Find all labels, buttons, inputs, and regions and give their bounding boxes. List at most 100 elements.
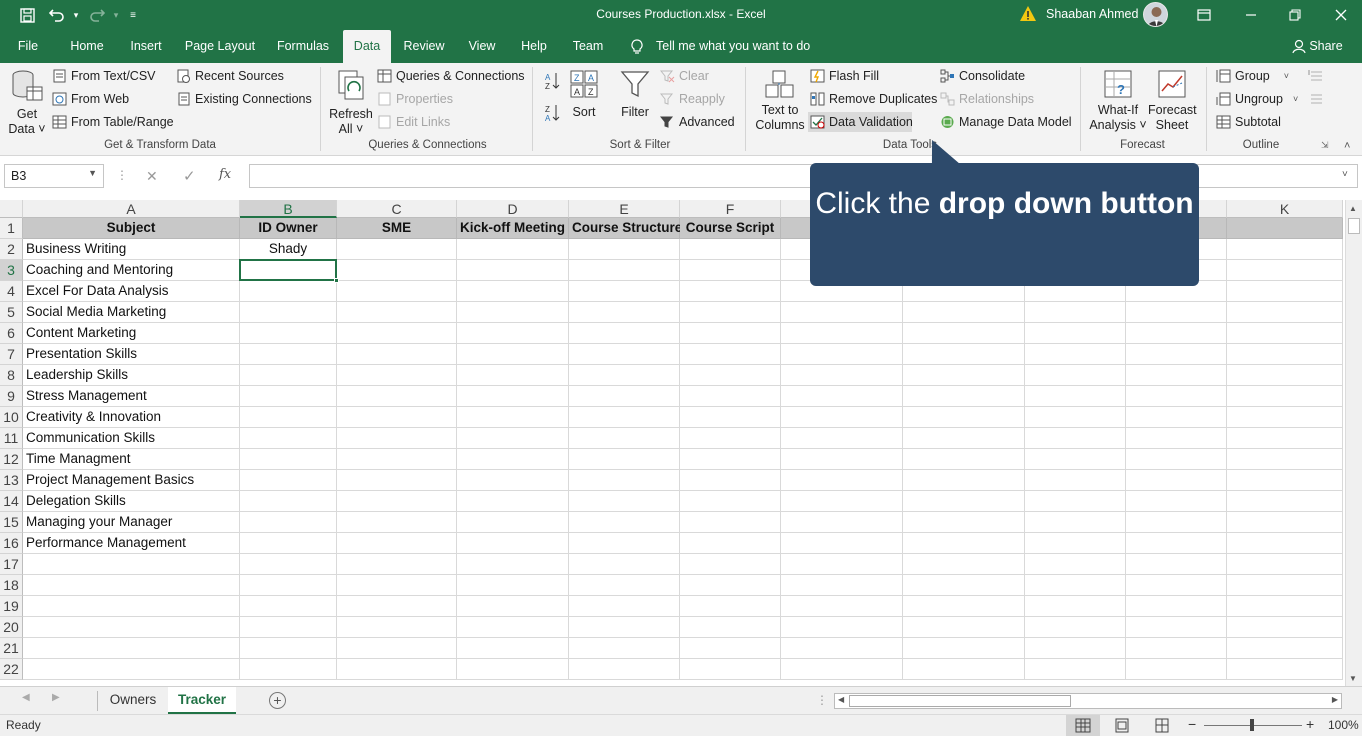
cell-j8[interactable] — [1126, 365, 1227, 386]
cell-j19[interactable] — [1126, 596, 1227, 617]
cell-d9[interactable] — [457, 386, 569, 407]
cell-h16[interactable] — [903, 533, 1025, 554]
zoom-in-icon[interactable]: + — [1306, 716, 1314, 732]
cell-e12[interactable] — [569, 449, 680, 470]
cell-d8[interactable] — [457, 365, 569, 386]
redo-icon[interactable] — [86, 0, 108, 30]
cell-g17[interactable] — [781, 554, 903, 575]
cell-e8[interactable] — [569, 365, 680, 386]
row-header-13[interactable]: 13 — [0, 470, 23, 491]
cell-g7[interactable] — [781, 344, 903, 365]
tab-data[interactable]: Data — [343, 30, 391, 63]
cell-f14[interactable] — [680, 491, 781, 512]
data-validation-button[interactable]: Data Validation — [808, 112, 913, 132]
ribbon-display-options-icon[interactable] — [1193, 0, 1215, 30]
next-sheet-icon[interactable]: ▶ — [52, 692, 60, 703]
cell-h7[interactable] — [903, 344, 1025, 365]
cell-c7[interactable] — [337, 344, 457, 365]
cell-d12[interactable] — [457, 449, 569, 470]
scroll-down-icon[interactable]: ▼ — [1349, 674, 1357, 683]
tell-me-search[interactable]: Tell me what you want to do — [656, 30, 816, 63]
cell-b8[interactable] — [240, 365, 337, 386]
from-text-csv-button[interactable]: From Text/CSV — [52, 66, 156, 86]
cell-c8[interactable] — [337, 365, 457, 386]
cell-j20[interactable] — [1126, 617, 1227, 638]
cell-h21[interactable] — [903, 638, 1025, 659]
page-break-view-button[interactable] — [1154, 718, 1170, 736]
subtotal-button[interactable]: Subtotal — [1216, 112, 1281, 132]
cell-f17[interactable] — [680, 554, 781, 575]
cell-j16[interactable] — [1126, 533, 1227, 554]
cell-f9[interactable] — [680, 386, 781, 407]
cell-k14[interactable] — [1227, 491, 1343, 512]
cell-i22[interactable] — [1025, 659, 1126, 680]
cell-b12[interactable] — [240, 449, 337, 470]
horizontal-scrollbar[interactable]: ◀ ▶ — [834, 693, 1342, 709]
cell-j7[interactable] — [1126, 344, 1227, 365]
cell-f3[interactable] — [680, 260, 781, 281]
cell-i13[interactable] — [1025, 470, 1126, 491]
sort-az-button[interactable]: AZ — [541, 71, 563, 95]
tab-file[interactable]: File — [8, 30, 48, 63]
hide-detail-button[interactable] — [1308, 89, 1327, 109]
cell-e20[interactable] — [569, 617, 680, 638]
sheet-tab-tracker[interactable]: Tracker — [168, 687, 236, 714]
cell-d20[interactable] — [457, 617, 569, 638]
cell-k5[interactable] — [1227, 302, 1343, 323]
cell-d16[interactable] — [457, 533, 569, 554]
close-icon[interactable] — [1330, 0, 1352, 30]
cell-d10[interactable] — [457, 407, 569, 428]
horizontal-scroll-thumb[interactable] — [849, 695, 1071, 707]
cell-k22[interactable] — [1227, 659, 1343, 680]
cell-b11[interactable] — [240, 428, 337, 449]
cell-a17[interactable] — [23, 554, 240, 575]
cell-k8[interactable] — [1227, 365, 1343, 386]
cell-b6[interactable] — [240, 323, 337, 344]
cell-a5[interactable]: Social Media Marketing — [23, 302, 240, 323]
row-header-17[interactable]: 17 — [0, 554, 23, 575]
cell-c3[interactable] — [337, 260, 457, 281]
customize-toolbar-icon[interactable]: ≡ — [126, 0, 140, 30]
cell-a21[interactable] — [23, 638, 240, 659]
cell-i15[interactable] — [1025, 512, 1126, 533]
row-header-14[interactable]: 14 — [0, 491, 23, 512]
cell-j6[interactable] — [1126, 323, 1227, 344]
insert-function-button[interactable]: fx — [219, 167, 231, 182]
cell-h15[interactable] — [903, 512, 1025, 533]
user-name[interactable]: Shaaban Ahmed — [1046, 7, 1138, 21]
cell-d3[interactable] — [457, 260, 569, 281]
row-header-11[interactable]: 11 — [0, 428, 23, 449]
row-header-6[interactable]: 6 — [0, 323, 23, 344]
cell-b22[interactable] — [240, 659, 337, 680]
cell-h11[interactable] — [903, 428, 1025, 449]
cell-k19[interactable] — [1227, 596, 1343, 617]
cell-h8[interactable] — [903, 365, 1025, 386]
cell-g21[interactable] — [781, 638, 903, 659]
cell-c20[interactable] — [337, 617, 457, 638]
cell-f2[interactable] — [680, 239, 781, 260]
cell-k21[interactable] — [1227, 638, 1343, 659]
column-header-b[interactable]: B — [240, 200, 337, 218]
sheet-tab-owners[interactable]: Owners — [100, 687, 166, 714]
cell-h17[interactable] — [903, 554, 1025, 575]
cell-c11[interactable] — [337, 428, 457, 449]
cell-k4[interactable] — [1227, 281, 1343, 302]
cell-d13[interactable] — [457, 470, 569, 491]
cell-c19[interactable] — [337, 596, 457, 617]
cell-k20[interactable] — [1227, 617, 1343, 638]
cell-d22[interactable] — [457, 659, 569, 680]
row-header-22[interactable]: 22 — [0, 659, 23, 680]
manage-data-model-button[interactable]: Manage Data Model — [940, 112, 1072, 132]
undo-icon[interactable] — [46, 0, 68, 30]
cell-j11[interactable] — [1126, 428, 1227, 449]
tab-help[interactable]: Help — [514, 30, 554, 63]
zoom-out-icon[interactable]: − — [1188, 716, 1196, 732]
remove-duplicates-button[interactable]: Remove Duplicates — [810, 89, 937, 109]
cell-f21[interactable] — [680, 638, 781, 659]
cell-b5[interactable] — [240, 302, 337, 323]
cell-h9[interactable] — [903, 386, 1025, 407]
refresh-all-button[interactable]: Refresh All ˅ — [328, 69, 374, 137]
scroll-right-icon[interactable]: ▶ — [1332, 695, 1338, 704]
row-header-10[interactable]: 10 — [0, 407, 23, 428]
cell-a9[interactable]: Stress Management — [23, 386, 240, 407]
